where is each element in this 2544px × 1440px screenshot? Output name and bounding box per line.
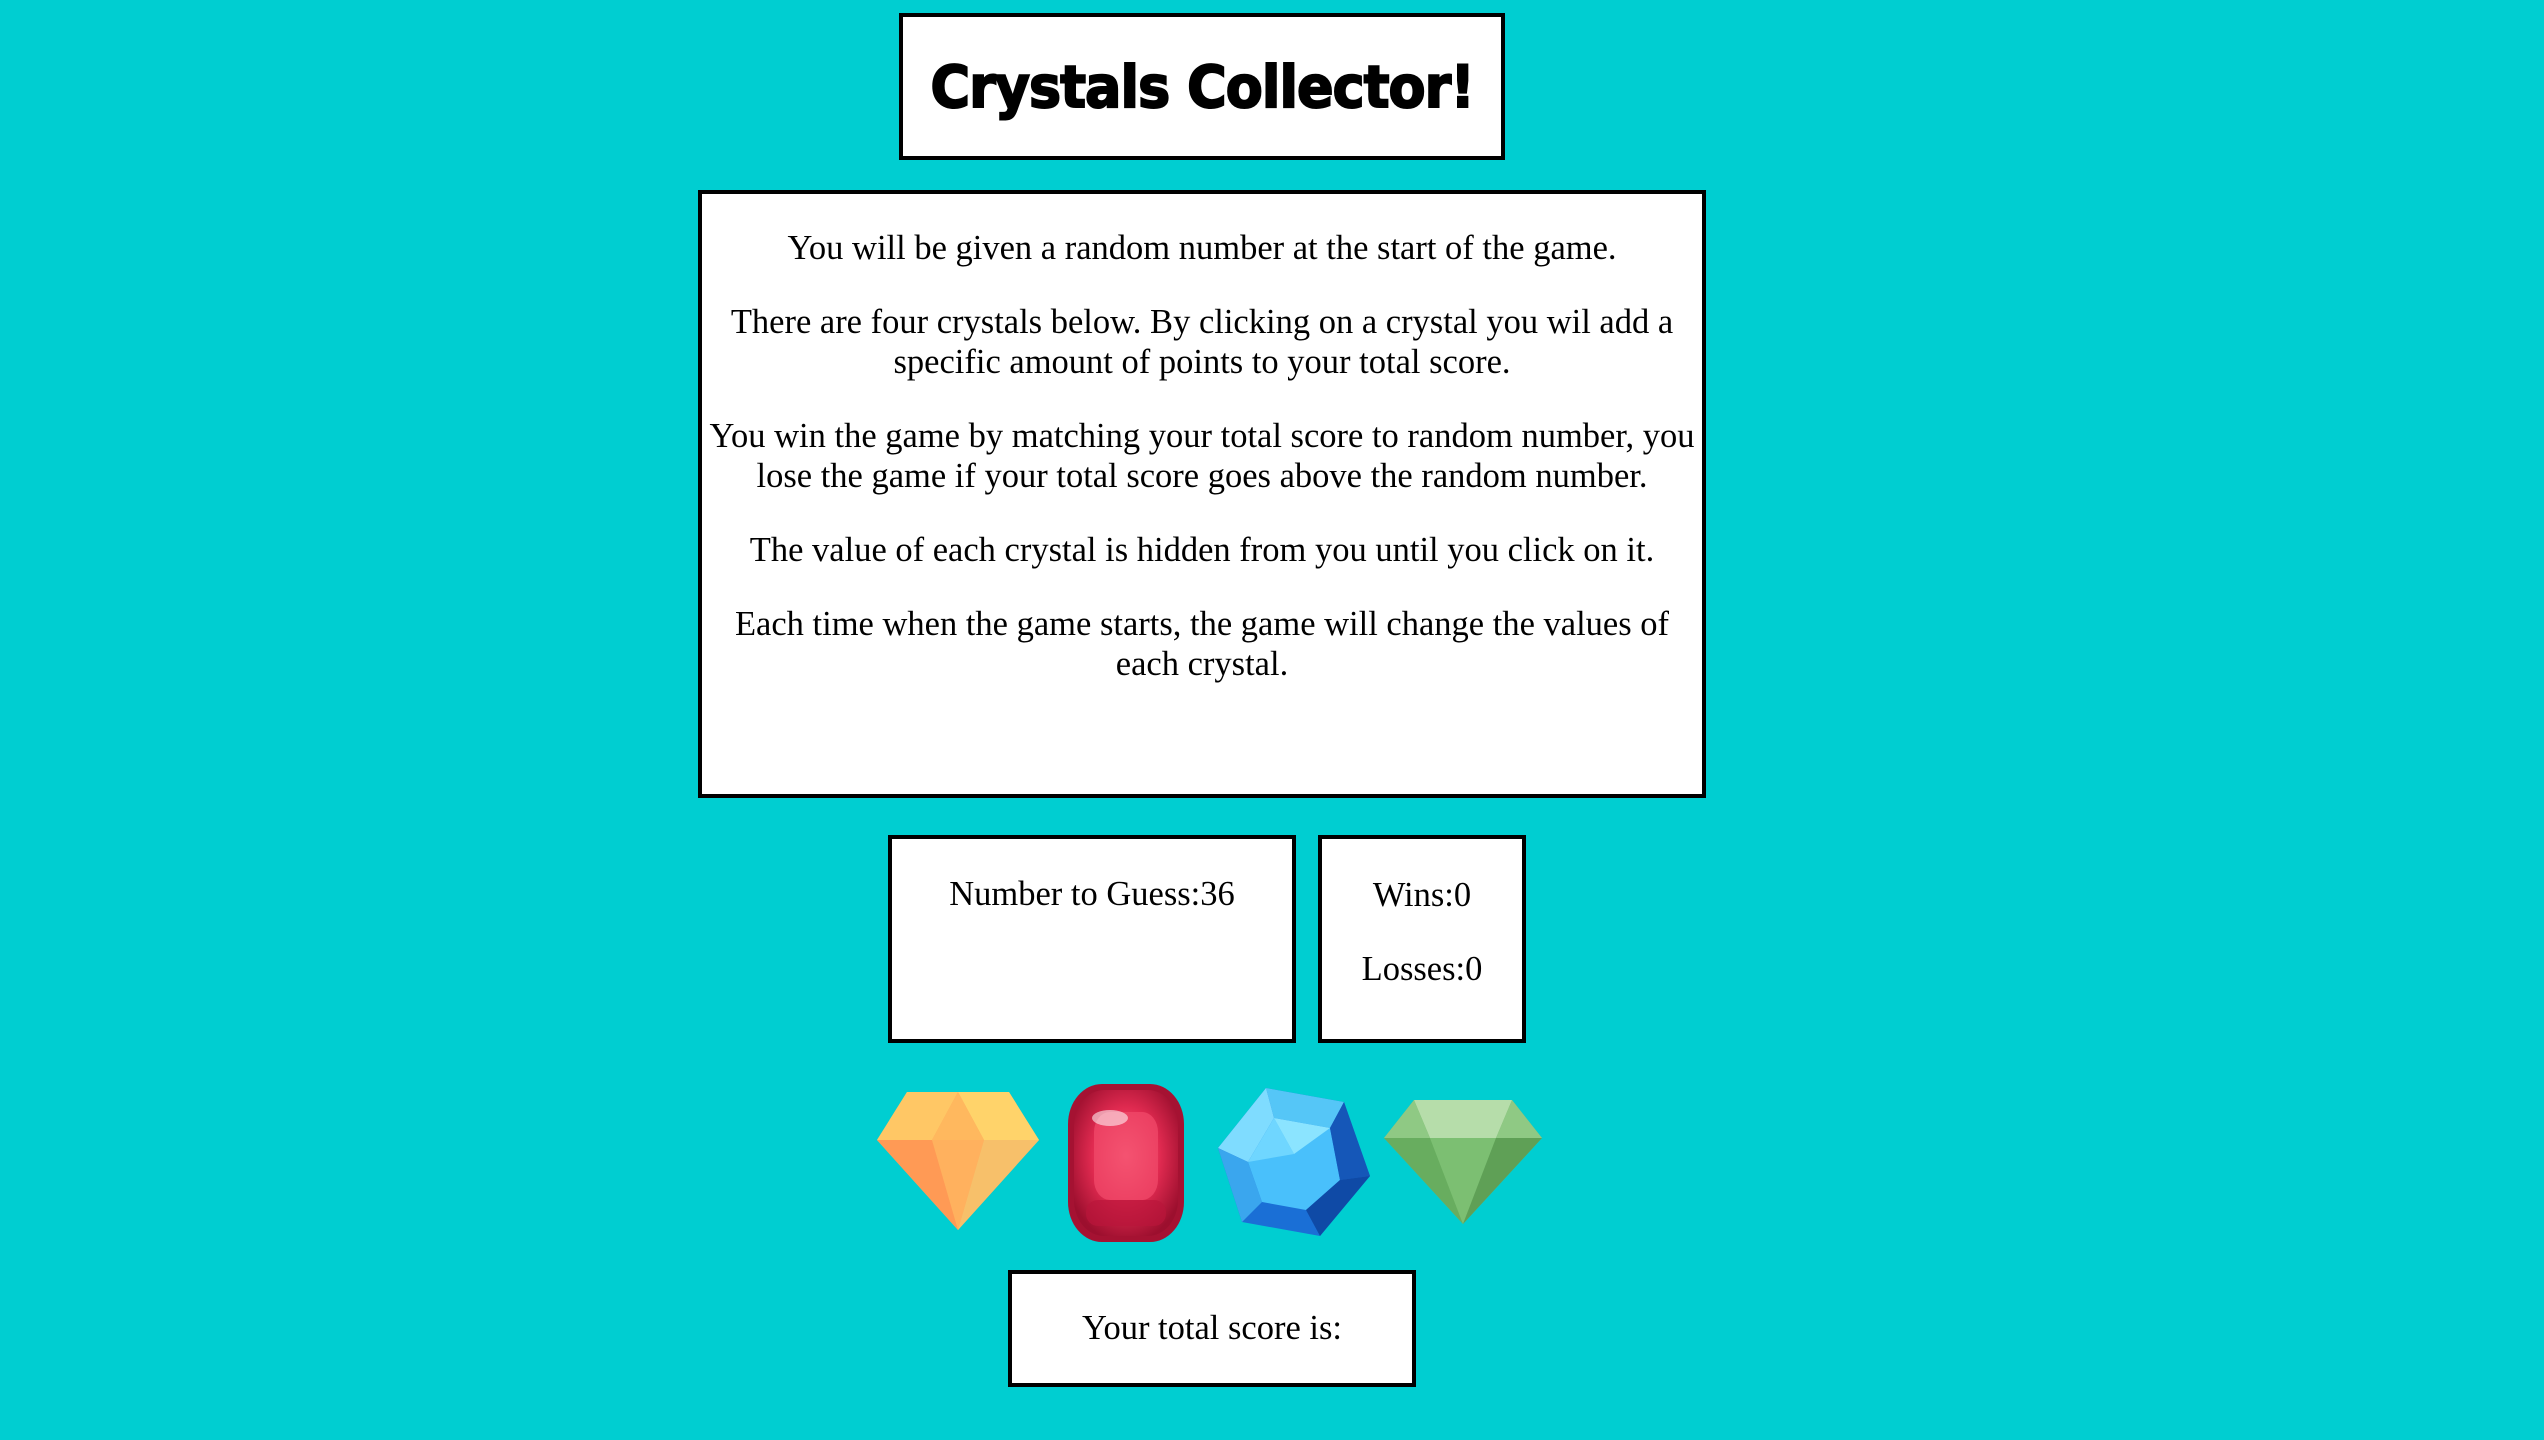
wins-line: Wins:0 (1322, 875, 1522, 915)
instruction-text: Each time when the game starts, the game… (734, 605, 1670, 683)
blue-sapphire-crystal[interactable] (1216, 1084, 1372, 1240)
score-label: Your total score is: (1081, 1309, 1343, 1347)
orange-diamond-icon (877, 1092, 1039, 1230)
guess-value: 36 (1200, 875, 1235, 913)
guess-label: Number to Guess: (949, 875, 1201, 913)
instruction-text: You win the game by matching your total … (709, 417, 1695, 495)
losses-line: Losses:0 (1322, 949, 1522, 989)
losses-value: 0 (1465, 950, 1483, 988)
sapphire-icon (1218, 1088, 1370, 1236)
instructions-panel: You will be given a random number at the… (698, 190, 1706, 798)
instruction-text: The value of each crystal is hidden from… (749, 531, 1655, 569)
wins-label: Wins: (1372, 876, 1454, 914)
green-emerald-crystal[interactable] (1384, 1100, 1542, 1224)
wins-value: 0 (1453, 876, 1472, 914)
game-page: Crystals Collector! You will be given a … (0, 0, 2544, 1440)
instruction-text: You will be given a random number at the… (787, 229, 1617, 267)
page-title: Crystals Collector! (929, 52, 1475, 122)
number-to-guess-panel: Number to Guess:36 (888, 835, 1296, 1043)
stats-panel: Wins:0 Losses:0 (1318, 835, 1526, 1043)
instruction-text: There are four crystals below. By clicki… (730, 303, 1674, 381)
title-box: Crystals Collector! (899, 13, 1505, 160)
red-ruby-crystal[interactable] (1066, 1082, 1186, 1244)
ruby-icon (1068, 1084, 1184, 1242)
orange-diamond-crystal[interactable] (877, 1092, 1039, 1230)
total-score-panel: Your total score is: (1008, 1270, 1416, 1387)
losses-label: Losses: (1361, 950, 1466, 988)
emerald-icon (1384, 1100, 1542, 1224)
